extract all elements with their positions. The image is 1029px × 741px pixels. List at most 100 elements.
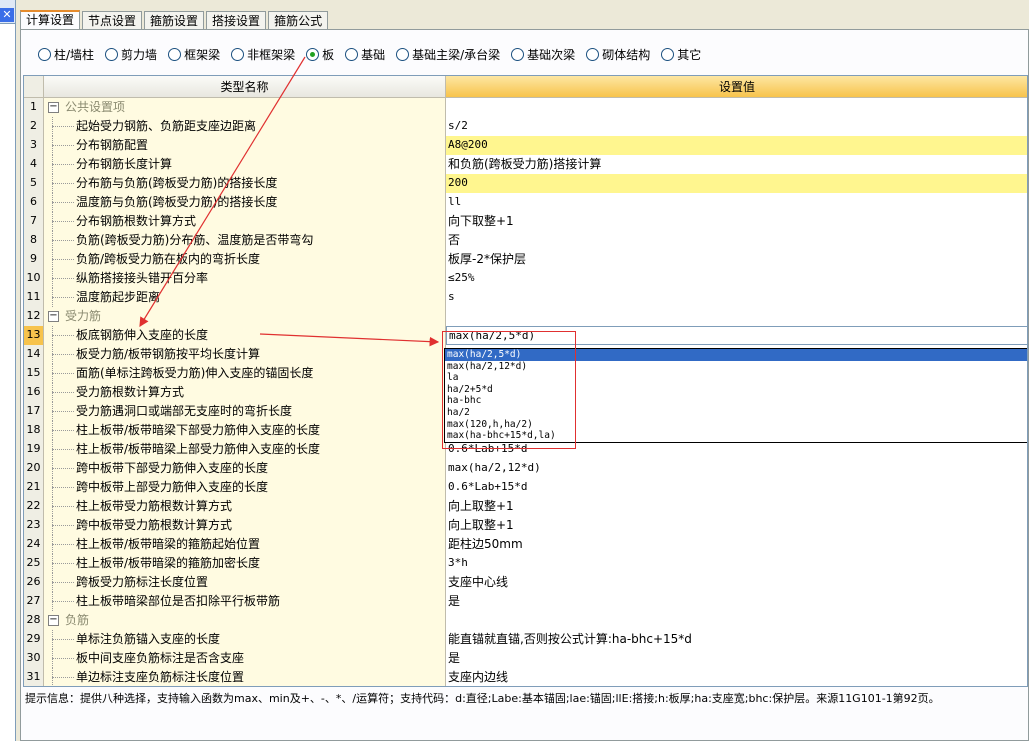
setting-value-cell[interactable]: s [446,288,1027,307]
setting-value-cell[interactable]: 否 [446,231,1027,250]
type-name-cell[interactable]: 纵筋搭接接头错开百分率 [44,269,446,288]
type-name-cell[interactable]: 板受力筋/板带钢筋按平均长度计算 [44,345,446,364]
group-row[interactable]: 28− 负筋 [24,611,1027,630]
type-name-cell[interactable]: 柱上板带暗梁部位是否扣除平行板带筋 [44,592,446,611]
group-row[interactable]: 1− 公共设置项 [24,98,1027,117]
radio-icon[interactable] [105,47,119,61]
setting-value-cell[interactable]: 200 [446,174,1027,193]
radio-icon[interactable] [345,47,359,61]
setting-value-column-header[interactable]: 设置值 [446,76,1027,98]
type-name-cell[interactable]: 分布筋与负筋(跨板受力筋)的搭接长度 [44,174,446,193]
table-row[interactable]: 24 柱上板带/板带暗梁的箍筋起始位置 距柱边50mm [24,535,1027,554]
table-row[interactable]: 21 跨中板带上部受力筋伸入支座的长度 0.6*Lab+15*d [24,478,1027,497]
setting-value-cell[interactable]: max(ha/2,12*d) [446,459,1027,478]
type-name-cell[interactable]: 单边标注支座负筋标注长度位置 [44,668,446,686]
type-name-cell[interactable]: 受力筋遇洞口或端部无支座时的弯折长度 [44,402,446,421]
component-type-radio-1[interactable]: 剪力墙 [105,46,157,63]
type-name-cell[interactable]: 柱上板带受力筋根数计算方式 [44,497,446,516]
type-name-cell[interactable]: 分布钢筋长度计算 [44,155,446,174]
setting-value-cell[interactable]: s/2 [446,117,1027,136]
dropdown-option[interactable]: ha/2+5*d [445,384,1027,396]
type-name-cell[interactable]: − 公共设置项 [44,98,446,117]
tab-3[interactable]: 搭接设置 [206,11,267,30]
type-name-cell[interactable]: 受力筋根数计算方式 [44,383,446,402]
type-name-cell[interactable]: 负筋(跨板受力筋)分布筋、温度筋是否带弯勾 [44,231,446,250]
table-row[interactable]: 11 温度筋起步距离 s [24,288,1027,307]
radio-icon[interactable] [586,47,600,61]
table-row[interactable]: 2 起始受力钢筋、负筋距支座边距离 s/2 [24,117,1027,136]
component-type-radio-4[interactable]: 板 [306,46,334,63]
dropdown-option[interactable]: max(120,h,ha/2) [445,419,1027,431]
table-row[interactable]: 10 纵筋搭接接头错开百分率 ≤25% [24,269,1027,288]
type-name-cell[interactable]: 面筋(单标注跨板受力筋)伸入支座的锚固长度 [44,364,446,383]
component-type-radio-0[interactable]: 柱/墙柱 [38,46,94,63]
setting-value-cell[interactable]: ll [446,193,1027,212]
setting-value-cell[interactable]: 0.6*Lab+15*d [446,478,1027,497]
radio-icon[interactable] [511,47,525,61]
setting-value-cell[interactable]: 和负筋(跨板受力筋)搭接计算 [446,155,1027,174]
type-name-cell[interactable]: 柱上板带/板带暗梁下部受力筋伸入支座的长度 [44,421,446,440]
table-row[interactable]: 22 柱上板带受力筋根数计算方式 向上取整+1 [24,497,1027,516]
radio-icon[interactable] [306,47,320,61]
collapse-icon[interactable]: − [48,102,59,113]
close-icon[interactable]: ✕ [0,8,14,22]
radio-icon[interactable] [231,47,245,61]
type-name-cell[interactable]: 板中间支座负筋标注是否含支座 [44,649,446,668]
collapse-icon[interactable]: − [48,615,59,626]
setting-value-cell[interactable]: 向下取整+1 [446,212,1027,231]
type-name-cell[interactable]: 板底钢筋伸入支座的长度 [44,326,446,345]
setting-value-cell[interactable]: 是 [446,592,1027,611]
setting-value-cell[interactable]: ≤25% [446,269,1027,288]
type-name-cell[interactable]: 跨中板带下部受力筋伸入支座的长度 [44,459,446,478]
type-name-cell[interactable]: − 负筋 [44,611,446,630]
dropdown-option[interactable]: max(ha/2,5*d) [445,349,1027,361]
setting-value-cell[interactable]: 能直锚就直锚,否则按公式计算:ha-bhc+15*d [446,630,1027,649]
type-name-cell[interactable]: 跨板受力筋标注长度位置 [44,573,446,592]
tab-4[interactable]: 箍筋公式 [268,11,329,30]
dropdown-option[interactable]: la [445,372,1027,384]
type-name-cell[interactable]: 单标注负筋锚入支座的长度 [44,630,446,649]
type-name-cell[interactable]: 柱上板带/板带暗梁上部受力筋伸入支座的长度 [44,440,446,459]
group-row[interactable]: 12− 受力筋 [24,307,1027,326]
component-type-radio-8[interactable]: 砌体结构 [586,46,650,63]
table-row[interactable]: 20 跨中板带下部受力筋伸入支座的长度 max(ha/2,12*d) [24,459,1027,478]
component-type-radio-9[interactable]: 其它 [661,46,701,63]
setting-value-cell[interactable] [446,611,1027,630]
value-edit-field[interactable]: max(ha/2,5*d) [446,326,1027,345]
type-name-cell[interactable]: 柱上板带/板带暗梁的箍筋加密长度 [44,554,446,573]
radio-icon[interactable] [396,47,410,61]
setting-value-cell[interactable]: 支座中心线 [446,573,1027,592]
setting-value-cell[interactable]: 是 [446,649,1027,668]
setting-value-cell[interactable]: 向上取整+1 [446,497,1027,516]
table-row[interactable]: 29 单标注负筋锚入支座的长度 能直锚就直锚,否则按公式计算:ha-bhc+15*d [24,630,1027,649]
component-type-radio-7[interactable]: 基础次梁 [511,46,575,63]
value-dropdown-list[interactable]: max(ha/2,5*d) max(ha/2,12*d) la ha/2+5*d ha-… [444,348,1027,443]
tab-1[interactable]: 节点设置 [82,11,143,30]
table-row[interactable]: 9 负筋/跨板受力筋在板内的弯折长度 板厚-2*保护层 [24,250,1027,269]
dropdown-option[interactable]: max(ha-bhc+15*d,la) [445,430,1027,442]
table-row[interactable]: 27 柱上板带暗梁部位是否扣除平行板带筋 是 [24,592,1027,611]
table-row[interactable]: 13 板底钢筋伸入支座的长度 max(ha/2,5*d) [24,326,1027,345]
component-type-radio-3[interactable]: 非框架梁 [231,46,295,63]
table-row[interactable]: 26 跨板受力筋标注长度位置 支座中心线 [24,573,1027,592]
table-row[interactable]: 23 跨中板带受力筋根数计算方式 向上取整+1 [24,516,1027,535]
type-name-cell[interactable]: 跨中板带受力筋根数计算方式 [44,516,446,535]
table-row[interactable]: 6 温度筋与负筋(跨板受力筋)的搭接长度 ll [24,193,1027,212]
dropdown-option[interactable]: ha-bhc [445,395,1027,407]
setting-value-cell[interactable]: 板厚-2*保护层 [446,250,1027,269]
radio-icon[interactable] [661,47,675,61]
type-name-cell[interactable]: 起始受力钢筋、负筋距支座边距离 [44,117,446,136]
type-name-cell[interactable]: 负筋/跨板受力筋在板内的弯折长度 [44,250,446,269]
radio-icon[interactable] [38,47,51,61]
setting-value-cell[interactable] [446,307,1027,326]
dropdown-option[interactable]: ha/2 [445,407,1027,419]
tab-0[interactable]: 计算设置 [20,10,81,30]
tab-2[interactable]: 箍筋设置 [144,11,205,30]
table-row[interactable]: 25 柱上板带/板带暗梁的箍筋加密长度 3*h [24,554,1027,573]
type-name-cell[interactable]: 温度筋起步距离 [44,288,446,307]
setting-value-cell[interactable] [446,98,1027,117]
setting-value-cell[interactable]: 向上取整+1 [446,516,1027,535]
table-row[interactable]: 4 分布钢筋长度计算 和负筋(跨板受力筋)搭接计算 [24,155,1027,174]
type-name-cell[interactable]: 分布钢筋配置 [44,136,446,155]
type-name-cell[interactable]: 温度筋与负筋(跨板受力筋)的搭接长度 [44,193,446,212]
